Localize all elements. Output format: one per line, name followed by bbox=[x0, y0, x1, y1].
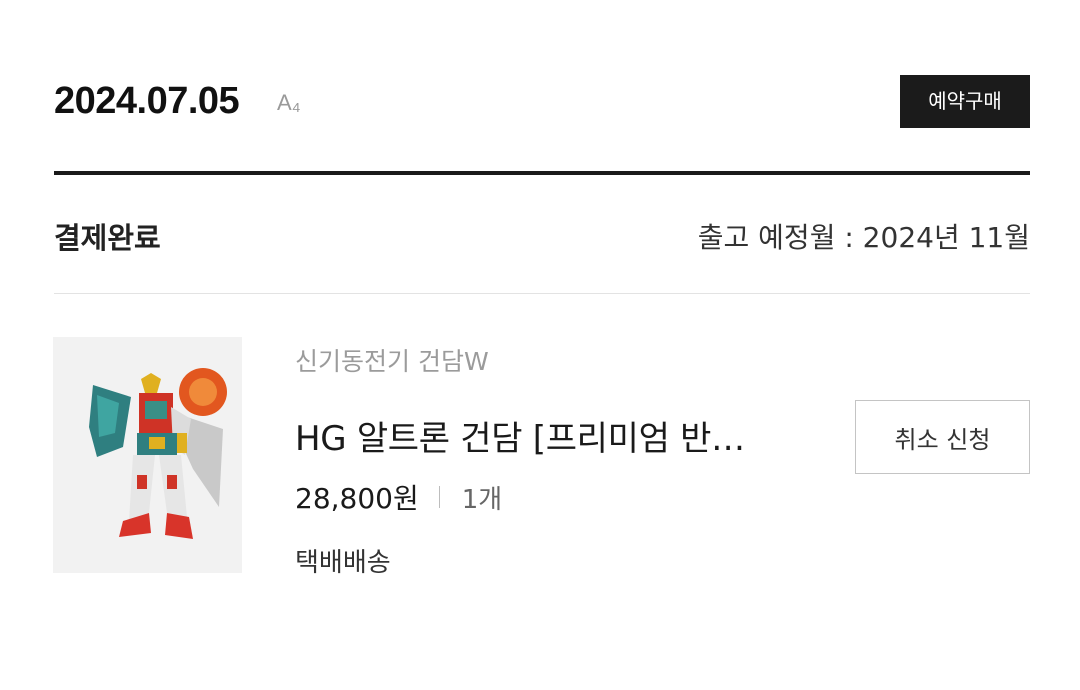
product-quantity: 1개 bbox=[461, 484, 503, 515]
product-image[interactable] bbox=[53, 337, 242, 573]
order-card: 2024.07.05 A₄ 예약구매 결제완료 출고 예정월 : 2024년 1… bbox=[0, 0, 1080, 690]
ship-estimate: 출고 예정월 : 2024년 11월 bbox=[697, 221, 1030, 254]
product-name[interactable]: HG 알트론 건담 [프리미엄 반… bbox=[295, 411, 795, 460]
status-divider bbox=[54, 293, 1030, 294]
product-series: 신기동전기 건담W bbox=[295, 347, 489, 376]
delivery-method: 택배배송 bbox=[295, 548, 391, 578]
order-number[interactable]: A₄ bbox=[277, 90, 301, 116]
header-divider bbox=[54, 171, 1030, 175]
order-date: 2024.07.05 bbox=[54, 80, 240, 122]
order-type-badge: 예약구매 bbox=[900, 75, 1030, 128]
price-separator bbox=[438, 486, 440, 508]
cancel-request-button[interactable]: 취소 신청 bbox=[855, 400, 1030, 474]
product-price: 28,800원 bbox=[295, 482, 419, 515]
price-row: 28,800원 1개 bbox=[295, 477, 502, 517]
order-status: 결제완료 bbox=[54, 221, 161, 255]
gundam-model-icon bbox=[53, 337, 242, 573]
